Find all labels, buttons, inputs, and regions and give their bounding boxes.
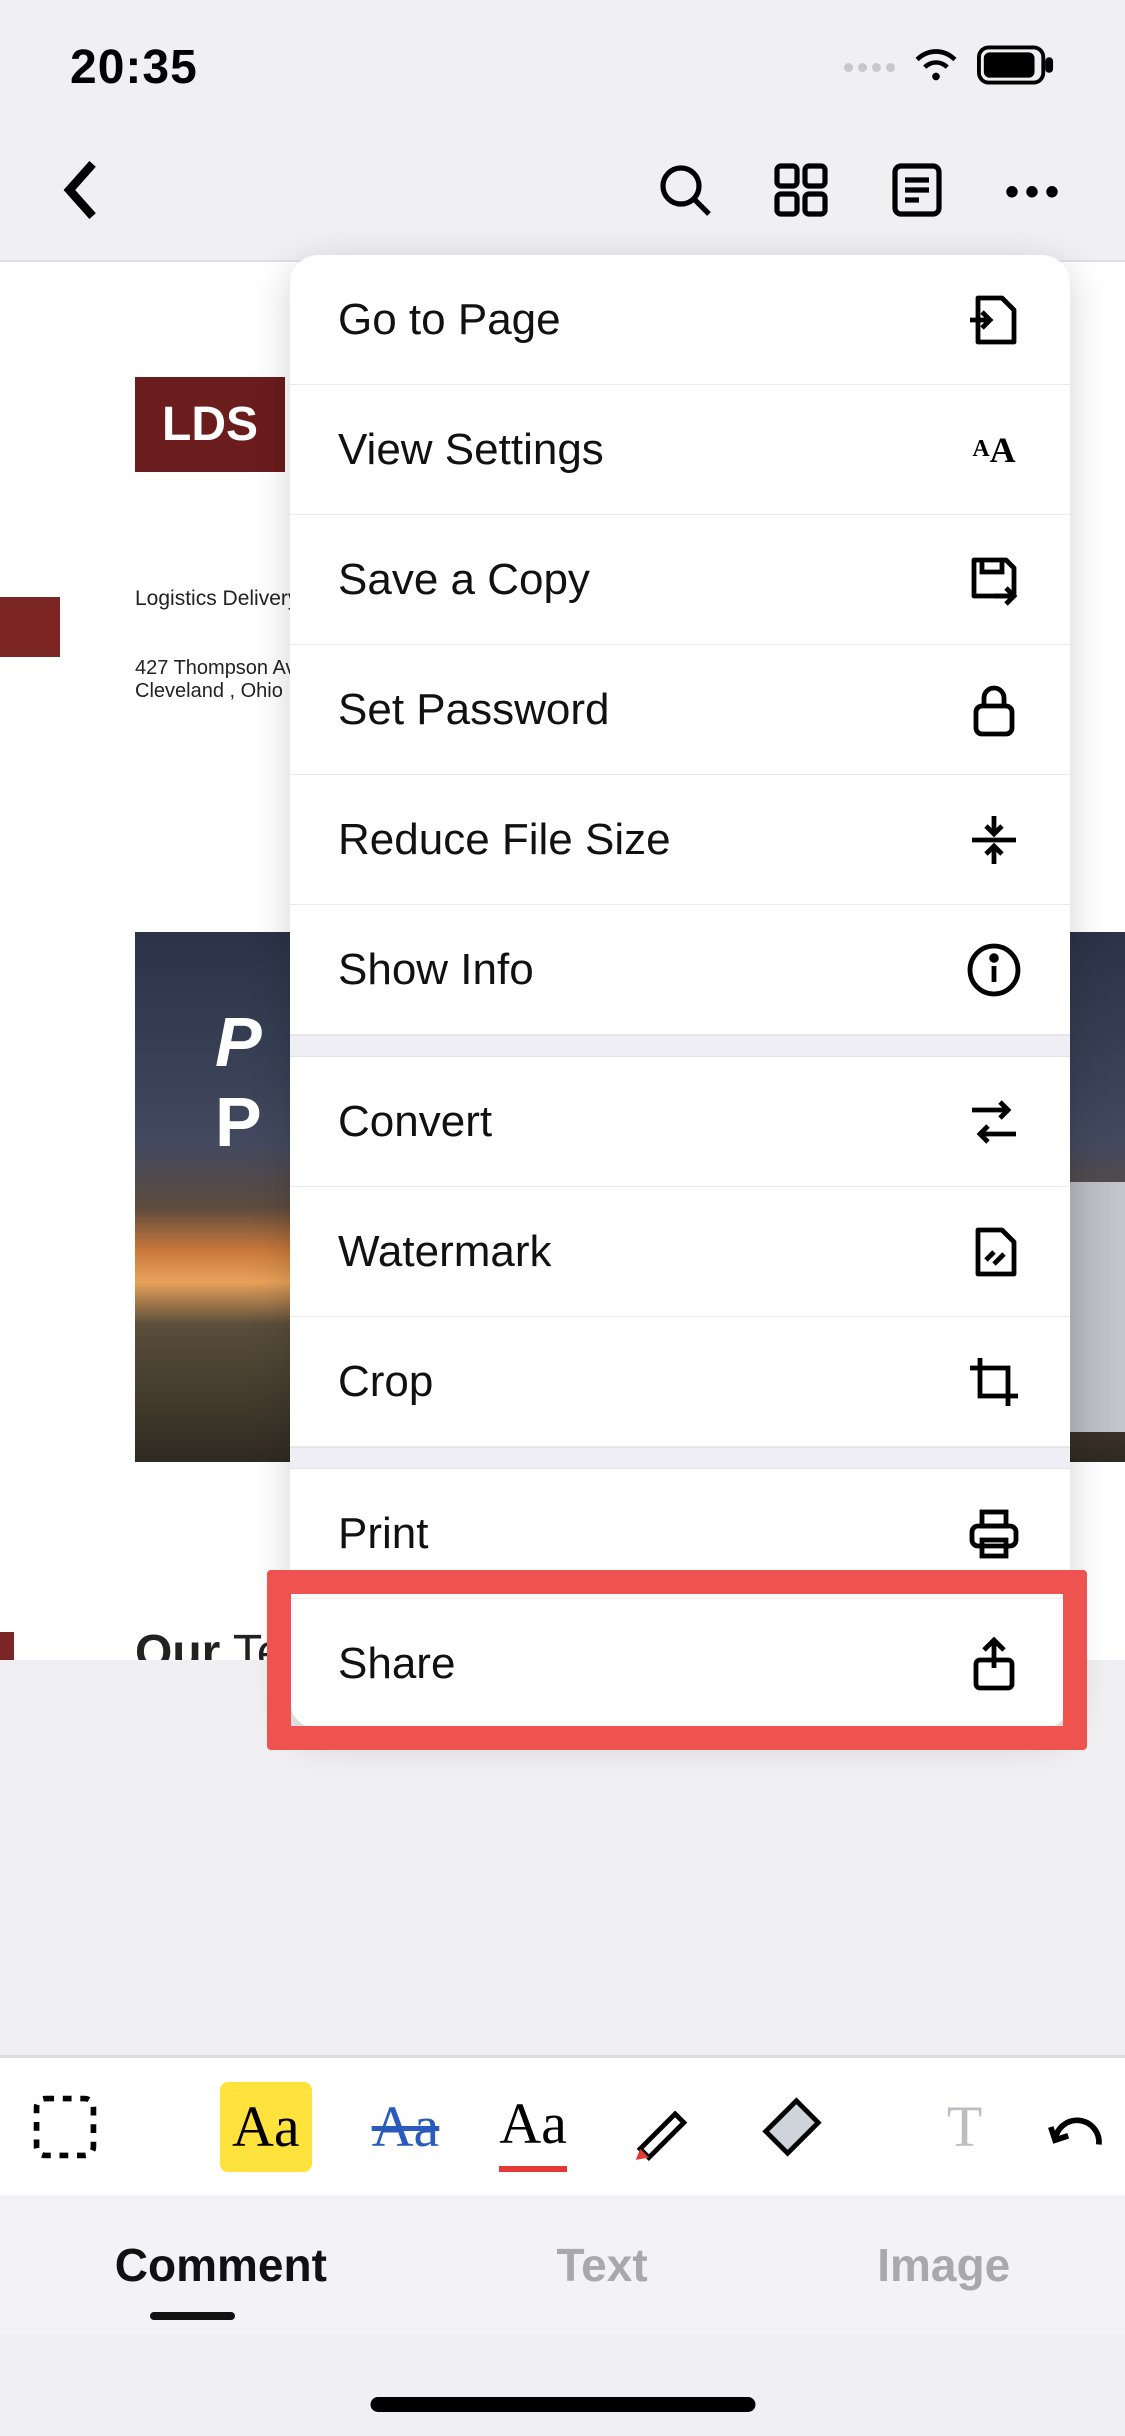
doc-address-1: 427 Thompson Ave.	[135, 657, 312, 680]
menu-label: Watermark	[338, 1227, 552, 1277]
info-icon	[966, 942, 1022, 998]
status-right	[844, 42, 1055, 93]
thumbnails-button[interactable]	[773, 162, 829, 223]
menu-label: Print	[338, 1509, 428, 1559]
lock-icon	[966, 682, 1022, 738]
menu-separator	[290, 1035, 1070, 1057]
menu-crop[interactable]: Crop	[290, 1317, 1070, 1447]
tab-text[interactable]: Text	[556, 2238, 647, 2292]
annotation-toolbar: Aa Aa Aa T	[0, 2055, 1125, 2195]
battery-icon	[977, 45, 1055, 90]
menu-print[interactable]: Print	[290, 1469, 1070, 1599]
menu-label: Reduce File Size	[338, 815, 671, 865]
menu-share[interactable]: Share	[290, 1599, 1070, 1729]
menu-view-settings[interactable]: View Settings AA	[290, 385, 1070, 515]
back-button[interactable]	[60, 161, 102, 224]
menu-label: Show Info	[338, 945, 534, 995]
tab-image[interactable]: Image	[877, 2238, 1010, 2292]
convert-icon	[966, 1094, 1022, 1150]
watermark-icon	[966, 1224, 1022, 1280]
menu-watermark[interactable]: Watermark	[290, 1187, 1070, 1317]
menu-label: Convert	[338, 1097, 492, 1147]
highlight-tool[interactable]: Aa	[220, 2082, 312, 2172]
outline-button[interactable]	[889, 162, 945, 223]
compress-icon	[966, 812, 1022, 868]
share-icon	[966, 1636, 1022, 1692]
menu-separator	[290, 1447, 1070, 1469]
tab-comment[interactable]: Comment	[115, 2238, 327, 2292]
text-box-tool[interactable]: T	[947, 2082, 982, 2172]
more-button[interactable]: •••	[1005, 170, 1065, 215]
nav-bar: •••	[0, 135, 1125, 260]
menu-set-password[interactable]: Set Password	[290, 645, 1070, 775]
menu-convert[interactable]: Convert	[290, 1057, 1070, 1187]
menu-go-to-page[interactable]: Go to Page	[290, 255, 1070, 385]
menu-label: View Settings	[338, 425, 604, 475]
selection-tool[interactable]	[30, 2082, 100, 2172]
eraser-tool[interactable]	[757, 2082, 827, 2172]
menu-label: Crop	[338, 1357, 433, 1407]
menu-show-info[interactable]: Show Info	[290, 905, 1070, 1035]
menu-save-copy[interactable]: Save a Copy	[290, 515, 1070, 645]
home-indicator[interactable]	[370, 2397, 755, 2412]
menu-label: Save a Copy	[338, 555, 590, 605]
overflow-menu: Go to Page View Settings AA Save a Copy …	[290, 255, 1070, 1729]
menu-label: Go to Page	[338, 295, 561, 345]
strikethrough-tool[interactable]: Aa	[372, 2082, 440, 2172]
cellular-dots-icon	[844, 63, 895, 72]
pen-tool[interactable]	[627, 2082, 697, 2172]
side-accent	[0, 597, 60, 657]
save-copy-icon	[966, 552, 1022, 608]
active-tab-indicator	[150, 2312, 235, 2320]
print-icon	[966, 1506, 1022, 1562]
hero-text-1: P	[215, 1002, 263, 1082]
menu-label: Share	[338, 1639, 455, 1689]
go-to-page-icon	[966, 292, 1022, 348]
undo-button[interactable]	[1042, 2082, 1112, 2172]
hero-text-2: P	[215, 1082, 263, 1162]
menu-reduce-file-size[interactable]: Reduce File Size	[290, 775, 1070, 905]
crop-icon	[966, 1354, 1022, 1410]
menu-label: Set Password	[338, 685, 609, 735]
text-size-icon: AA	[966, 422, 1022, 478]
left-accent	[0, 1632, 14, 1660]
status-bar: 20:35	[0, 0, 1125, 135]
status-time: 20:35	[70, 40, 198, 95]
wifi-icon	[913, 42, 959, 93]
search-button[interactable]	[657, 162, 713, 223]
logo-badge: LDS	[135, 377, 285, 472]
underline-tool[interactable]: Aa	[499, 2082, 567, 2172]
